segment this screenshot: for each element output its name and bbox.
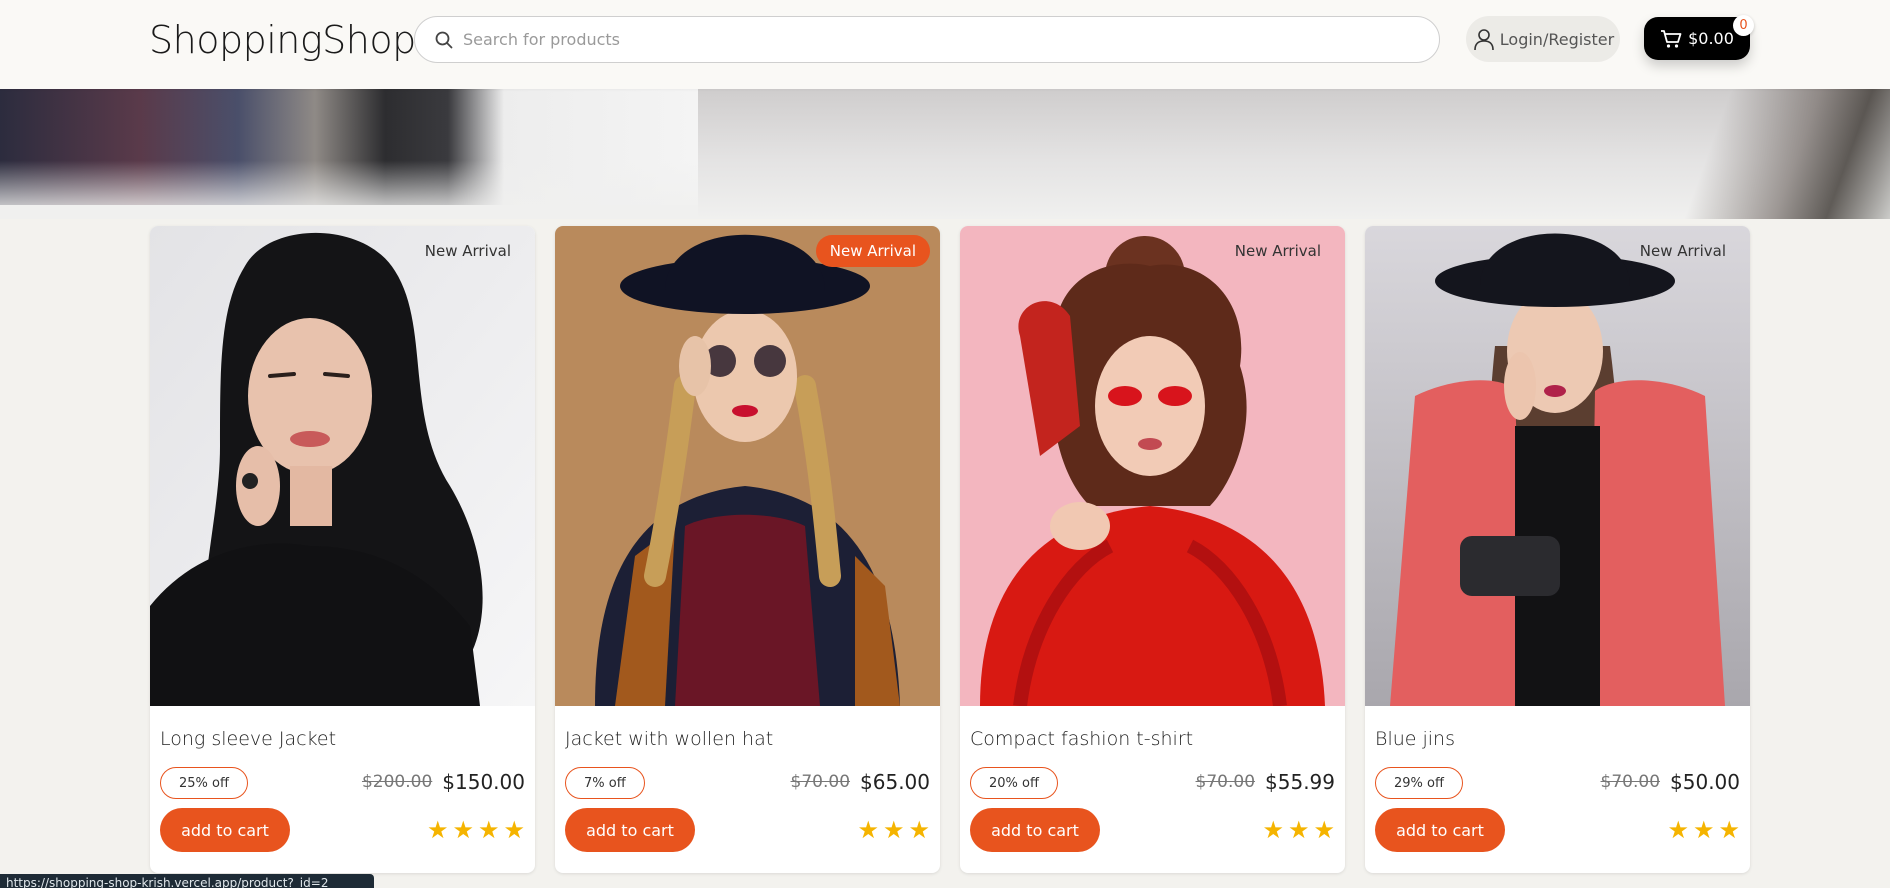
star-icon: ★ [1313,816,1335,844]
login-register-button[interactable]: Login/Register [1466,16,1620,62]
price-group: $70.00 $55.99 [1196,770,1335,794]
product-image[interactable]: New Arrival [150,226,535,706]
original-price: $70.00 [1600,772,1661,792]
product-card[interactable]: New Arrival Jacket with wollen hat 7% of… [555,226,940,873]
sale-price: $55.99 [1265,770,1335,794]
star-icon: ★ [1262,816,1284,844]
banner-fade [0,89,700,219]
discount-badge: 29% off [1375,767,1463,799]
product-card[interactable]: New Arrival Blue jins 29% off $70.00 $50… [1365,226,1750,873]
star-icon: ★ [477,816,500,844]
cart-count-badge: 0 [1733,15,1754,36]
add-to-cart-button[interactable]: add to cart [160,808,290,852]
rating-stars: ★ ★ ★ [1667,816,1740,844]
add-to-cart-button[interactable]: add to cart [1375,808,1505,852]
new-arrival-badge: New Arrival [424,242,511,260]
site-logo[interactable]: ShoppingShop [149,18,416,62]
original-price: $70.00 [1195,772,1256,792]
product-name[interactable]: Blue jins [1375,728,1455,750]
add-to-cart-button[interactable]: add to cart [565,808,695,852]
sale-price: $65.00 [860,770,930,794]
star-icon: ★ [882,816,905,844]
discount-badge: 25% off [160,767,248,799]
sale-price: $50.00 [1670,770,1740,794]
cart-total: $0.00 [1688,29,1734,48]
rating-stars: ★ ★ ★ ★ [427,816,525,844]
star-icon: ★ [857,816,879,844]
star-icon: ★ [1667,816,1689,844]
star-icon: ★ [503,816,525,844]
discount-badge: 7% off [565,767,645,799]
user-icon [1473,29,1494,51]
search-input[interactable] [463,30,1363,49]
new-arrival-badge: New Arrival [1639,242,1726,260]
star-icon: ★ [1718,816,1740,844]
search-icon [435,31,453,48]
star-icon: ★ [1692,816,1715,844]
product-name[interactable]: Long sleeve Jacket [160,728,336,750]
product-name[interactable]: Compact fashion t-shirt [970,728,1193,750]
new-arrival-badge: New Arrival [815,235,930,267]
original-price: $200.00 [361,772,433,792]
cart-icon [1661,29,1682,48]
rating-stars: ★ ★ ★ [1262,816,1335,844]
original-price: $70.00 [790,772,851,792]
star-icon: ★ [452,816,474,844]
price-group: $70.00 $65.00 [791,770,930,794]
link-status-bar: https://shopping-shop-krish.vercel.app/p… [0,874,374,888]
banner-decoration [1680,89,1890,219]
site-header: ShoppingShop Login/Register $0.00 [0,0,1890,89]
product-name[interactable]: Jacket with wollen hat [565,728,773,750]
search-bar[interactable] [414,16,1440,63]
product-card[interactable]: New Arrival Long sleeve Jacket 25% off $… [150,226,535,873]
add-to-cart-button[interactable]: add to cart [970,808,1100,852]
product-card[interactable]: New Arrival Compact fashion t-shirt 20% … [960,226,1345,873]
price-group: $70.00 $50.00 [1601,770,1740,794]
discount-badge: 20% off [970,767,1058,799]
hero-banner [0,89,1890,219]
price-group: $200.00 $150.00 [362,770,525,794]
rating-stars: ★ ★ ★ [857,816,930,844]
login-register-label: Login/Register [1499,29,1615,49]
product-image[interactable]: New Arrival [555,226,940,706]
star-icon: ★ [908,816,930,844]
new-arrival-badge: New Arrival [1234,242,1321,260]
sale-price: $150.00 [442,770,525,794]
product-image[interactable]: New Arrival [1365,226,1750,706]
product-image[interactable]: New Arrival [960,226,1345,706]
star-icon: ★ [1287,816,1310,844]
star-icon: ★ [426,816,449,844]
